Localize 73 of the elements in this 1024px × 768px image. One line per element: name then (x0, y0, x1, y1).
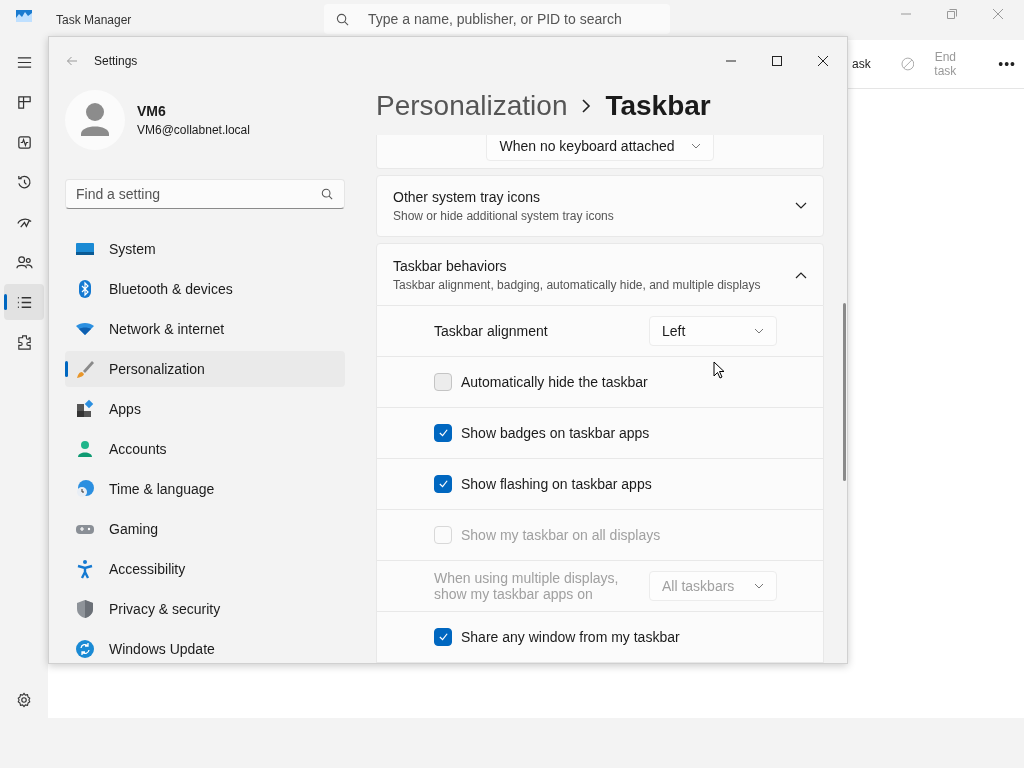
card-title: Other system tray icons (393, 189, 542, 206)
checkbox[interactable] (434, 628, 452, 646)
shield-icon (75, 599, 95, 619)
checkbox-label: Show flashing on taskbar apps (461, 476, 652, 492)
app-icon (16, 10, 32, 22)
card-title: Taskbar behaviors (393, 257, 508, 274)
nav-item[interactable]: System (65, 231, 345, 267)
checkbox-label: Automatically hide the taskbar (461, 374, 648, 390)
users-icon (15, 253, 33, 271)
chevron-up-icon (795, 270, 807, 279)
breadcrumb-parent[interactable]: Personalization (376, 90, 568, 122)
chevron-down-icon (690, 143, 701, 149)
checkbox[interactable] (434, 475, 452, 493)
setting-label: When using multiple displays, show my taskbar apps on (434, 570, 620, 602)
nav-item[interactable]: Windows Update (65, 631, 345, 663)
card-description: Show or hide additional system tray icons (393, 209, 614, 224)
expander-header[interactable]: Taskbar behaviors Taskbar alignment, badging, automatically hide, and multiple displays (376, 243, 824, 306)
nav-item[interactable]: Network & internet (65, 311, 345, 347)
nav-item[interactable]: Gaming (65, 511, 345, 547)
nav-item[interactable]: Accessibility (65, 551, 345, 587)
search-icon (336, 13, 349, 26)
checkmark-icon (437, 631, 449, 643)
nav-item[interactable]: Personalization (65, 351, 345, 387)
setting-label: Taskbar alignment (434, 323, 548, 339)
checkbox-label: Show badges on taskbar apps (461, 425, 650, 441)
apps-icon (75, 399, 95, 419)
window-title: Task Manager (56, 13, 133, 27)
window-title: Settings (94, 54, 138, 68)
accessibility-icon (75, 559, 95, 579)
chevron-down-icon (754, 328, 764, 334)
more-button[interactable]: ••• (990, 52, 1024, 76)
chevron-right-icon (581, 99, 592, 113)
user-name: VM6 (137, 103, 167, 119)
nav-item[interactable]: Privacy & security (65, 591, 345, 627)
nav-button[interactable] (4, 284, 44, 320)
toolbar-button[interactable]: ask (852, 51, 879, 77)
checkbox[interactable] (434, 373, 452, 391)
avatar-icon (65, 90, 125, 150)
dropdown[interactable]: When no keyboard attached (486, 135, 714, 161)
expander-header[interactable]: Other system tray icons Show or hide additional system tray icons (376, 174, 824, 238)
nav-item[interactable]: Accounts (65, 431, 345, 467)
pointer-icon (713, 361, 725, 379)
checkmark-icon (437, 478, 449, 490)
card-description: Taskbar alignment, badging, automatically hide, and multiple displays (393, 277, 761, 292)
pulse-icon (15, 133, 33, 151)
checkbox-label: Show my taskbar on all displays (461, 527, 661, 543)
user-email: VM6@collabnet.local (137, 123, 250, 137)
brush-icon (75, 359, 95, 379)
grid-icon (15, 93, 33, 111)
search-icon (321, 188, 333, 200)
page-title: Taskbar (605, 90, 711, 122)
puzzle-icon (15, 333, 33, 351)
checkbox[interactable] (434, 424, 452, 442)
chevron-down-icon (754, 583, 764, 589)
blocked-icon (900, 57, 915, 71)
globe-clock-icon (75, 479, 95, 499)
search-field[interactable]: Type a name, publisher, or PID to search (324, 4, 670, 34)
close-icon[interactable] (817, 55, 829, 67)
nav-item[interactable]: Apps (65, 391, 345, 427)
restore-icon[interactable] (946, 8, 958, 20)
nav-item[interactable]: Time & language (65, 471, 345, 507)
nav-item[interactable]: Bluetooth & devices (65, 271, 345, 307)
dropdown[interactable]: Left (649, 316, 777, 346)
chevron-down-icon (795, 202, 807, 211)
person-icon (75, 439, 95, 459)
refresh-icon (75, 639, 95, 659)
history-icon (15, 173, 33, 191)
checkmark-icon (437, 427, 449, 439)
scrollbar[interactable] (843, 303, 846, 481)
maximize-icon[interactable] (771, 55, 783, 67)
settings-icon[interactable] (16, 692, 32, 708)
search-field[interactable]: Find a setting (65, 179, 345, 209)
checkbox-label: Share any window from my taskbar (461, 629, 680, 645)
